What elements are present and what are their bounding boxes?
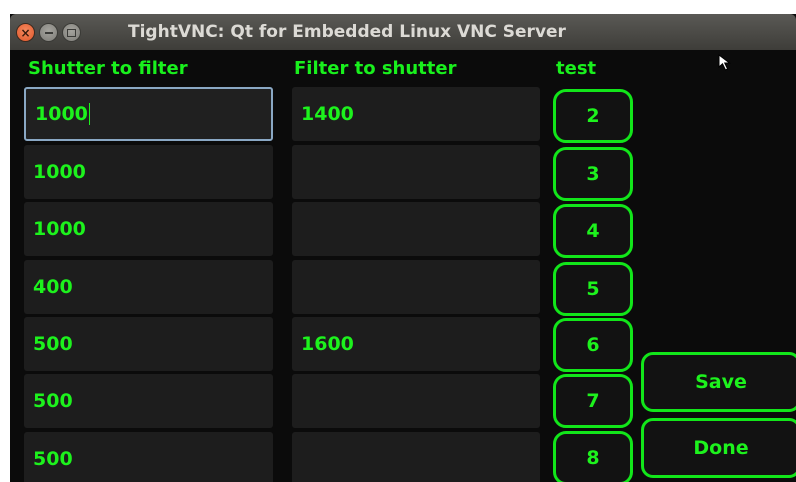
shutter-to-filter-value-7: 500	[33, 448, 73, 470]
test-button-label: 4	[586, 220, 600, 242]
test-button-label: 3	[586, 163, 600, 185]
header-filter-to-shutter: Filter to shutter	[294, 58, 457, 79]
filter-to-shutter-input-5[interactable]: 1600	[292, 317, 540, 371]
filter-to-shutter-input-4[interactable]	[292, 260, 540, 314]
shutter-to-filter-value-3: 1000	[33, 218, 86, 240]
shutter-to-filter-value-6: 500	[33, 390, 73, 412]
test-button-8[interactable]: 8	[553, 431, 633, 482]
test-button-label: 6	[586, 334, 600, 356]
filter-to-shutter-input-3[interactable]	[292, 202, 540, 256]
shutter-to-filter-input-6[interactable]: 500	[24, 374, 273, 428]
test-button-7[interactable]: 7	[553, 374, 633, 428]
test-button-label: 8	[586, 447, 600, 469]
filter-to-shutter-input-2[interactable]	[292, 145, 540, 199]
maximize-window-button[interactable]	[62, 23, 81, 42]
filter-to-shutter-value-1: 1400	[301, 103, 354, 125]
title-bar[interactable]: × TightVNC: Qt for Embedded Linux VNC Se…	[10, 14, 796, 50]
test-button-label: 5	[586, 278, 600, 300]
filter-to-shutter-input-1[interactable]: 1400	[292, 87, 540, 141]
test-button-6[interactable]: 6	[553, 318, 633, 372]
done-button-label: Done	[693, 437, 749, 459]
text-caret	[88, 103, 91, 125]
test-button-3[interactable]: 3	[553, 147, 633, 201]
test-button-2[interactable]: 2	[553, 89, 633, 143]
test-button-5[interactable]: 5	[553, 262, 633, 316]
vnc-window: × TightVNC: Qt for Embedded Linux VNC Se…	[10, 14, 796, 482]
header-shutter-to-filter: Shutter to filter	[28, 58, 188, 79]
test-button-label: 7	[586, 390, 600, 412]
shutter-to-filter-value-4: 400	[33, 276, 73, 298]
shutter-to-filter-value-5: 500	[33, 333, 73, 355]
save-button-label: Save	[695, 371, 747, 393]
save-button[interactable]: Save	[641, 352, 796, 412]
close-window-button[interactable]: ×	[16, 23, 35, 42]
mouse-pointer-icon	[718, 54, 731, 71]
shutter-to-filter-input-4[interactable]: 400	[24, 260, 273, 314]
shutter-to-filter-input-7[interactable]: 500	[24, 432, 273, 482]
test-button-label: 2	[586, 105, 600, 127]
shutter-to-filter-input-3[interactable]: 1000	[24, 202, 273, 256]
done-button[interactable]: Done	[641, 418, 796, 478]
filter-to-shutter-input-7[interactable]	[292, 432, 540, 482]
filter-to-shutter-input-6[interactable]	[292, 374, 540, 428]
minimize-window-button[interactable]	[39, 23, 58, 42]
test-button-4[interactable]: 4	[553, 204, 633, 258]
window-title: TightVNC: Qt for Embedded Linux VNC Serv…	[128, 22, 566, 42]
filter-to-shutter-value-5: 1600	[301, 333, 354, 355]
header-test: test	[556, 58, 597, 79]
shutter-to-filter-value-2: 1000	[33, 161, 86, 183]
shutter-to-filter-input-1[interactable]: 1000	[24, 87, 273, 141]
shutter-to-filter-value-1: 1000	[35, 103, 88, 125]
shutter-to-filter-input-5[interactable]: 500	[24, 317, 273, 371]
shutter-to-filter-input-2[interactable]: 1000	[24, 145, 273, 199]
